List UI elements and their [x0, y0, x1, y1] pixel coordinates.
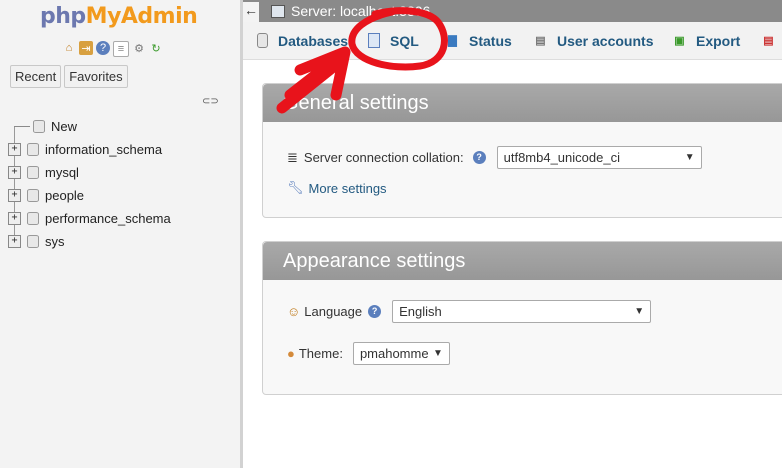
navigation-sidebar: phpMyAdmin ⌂ ⇥ ? ≡ ⚙ ↻ Recent Favorites …: [0, 0, 240, 468]
tree-item-sys[interactable]: + sys: [8, 230, 171, 253]
tree-item-label: mysql: [45, 165, 79, 180]
recent-tab[interactable]: Recent: [10, 65, 62, 88]
database-tree: New + information_schema + mysql + peopl…: [8, 115, 171, 253]
tab-label: Status: [469, 32, 512, 49]
help-icon[interactable]: ?: [96, 41, 110, 55]
collation-label: Server connection collation:: [303, 150, 464, 165]
tab-label: SQL: [390, 32, 419, 49]
panel-title: Appearance settings: [263, 242, 782, 280]
help-icon[interactable]: ?: [472, 151, 486, 164]
tab-label: Databases: [278, 32, 349, 49]
tab-more[interactable]: ▤: [748, 22, 782, 59]
expand-icon[interactable]: +: [8, 212, 21, 225]
chevron-down-icon: ▼: [634, 306, 645, 317]
main-tabs: Databases SQL ▇ Status ▤ User accounts ▣…: [243, 22, 782, 60]
database-icon: [27, 143, 39, 156]
expand-icon[interactable]: +: [8, 189, 21, 202]
collation-select[interactable]: utf8mb4_unicode_ci ▼: [496, 146, 702, 169]
favorites-tab[interactable]: Favorites: [64, 65, 128, 88]
tab-label: User accounts: [557, 32, 654, 49]
more-settings-row[interactable]: 🔧︎ More settings: [287, 180, 387, 196]
tab-databases[interactable]: Databases: [243, 22, 355, 59]
general-settings-panel: General settings ≣ Server connection col…: [262, 83, 782, 218]
more-settings-link[interactable]: More settings: [309, 181, 387, 196]
tree-item-people[interactable]: + people: [8, 184, 171, 207]
collapse-arrow-icon[interactable]: ←: [243, 2, 259, 22]
collation-row: ≣ Server connection collation: ? utf8mb4…: [287, 146, 702, 169]
panel-title: General settings: [263, 84, 782, 122]
tree-item-mysql[interactable]: + mysql: [8, 161, 171, 184]
language-label: Language: [304, 304, 363, 319]
expand-icon[interactable]: +: [8, 235, 21, 248]
export-icon: ▣: [674, 35, 685, 47]
theme-select[interactable]: pmahomme ▼: [352, 342, 450, 365]
status-icon: ▇: [448, 35, 457, 47]
server-icon: [271, 5, 285, 18]
chevron-down-icon: ▼: [684, 152, 695, 163]
theme-value: pmahomme: [359, 346, 429, 361]
settings-icon[interactable]: ⚙: [132, 41, 146, 55]
help-icon[interactable]: ?: [368, 305, 382, 318]
tree-item-label: information_schema: [45, 142, 163, 157]
tab-user-accounts[interactable]: ▤ User accounts: [520, 22, 660, 59]
sql-icon: [368, 33, 380, 48]
tree-item-label: people: [45, 188, 85, 203]
database-icon: [257, 33, 268, 48]
database-icon: [27, 189, 39, 202]
quick-icons: ⌂ ⇥ ? ≡ ⚙ ↻: [62, 41, 163, 57]
phpmyadmin-logo[interactable]: phpMyAdmin: [40, 4, 198, 29]
link-icon[interactable]: ⊂⊃: [202, 96, 219, 107]
wrench-icon: 🔧︎: [287, 180, 304, 195]
collation-value: utf8mb4_unicode_ci: [503, 150, 620, 165]
expand-icon[interactable]: +: [8, 143, 21, 156]
tree-item-new[interactable]: New: [8, 115, 171, 138]
tree-connector: [14, 126, 30, 127]
expand-icon[interactable]: +: [8, 166, 21, 179]
sidebar-resizer[interactable]: [240, 0, 243, 468]
tree-item-label: performance_schema: [45, 211, 171, 226]
tree-item-information-schema[interactable]: + information_schema: [8, 138, 171, 161]
database-icon: [27, 235, 39, 248]
users-icon: ▤: [535, 35, 546, 47]
theme-palette-icon: ●: [287, 346, 295, 361]
home-icon[interactable]: ⌂: [62, 41, 76, 55]
appearance-settings-panel: Appearance settings ☺ Language ? English…: [262, 241, 782, 395]
theme-label: Theme:: [298, 346, 343, 361]
reload-icon[interactable]: ↻: [149, 41, 163, 55]
language-icon: ☺: [287, 304, 301, 319]
database-icon: [27, 166, 39, 179]
language-row: ☺ Language ? English ▼: [287, 300, 652, 323]
tree-item-label: New: [51, 119, 78, 134]
tab-sql[interactable]: SQL: [354, 22, 433, 59]
tab-label: Export: [696, 32, 741, 49]
tab-export[interactable]: ▣ Export: [659, 22, 749, 59]
server-breadcrumb[interactable]: Server: localhost:3306: [291, 3, 430, 19]
language-value: English: [399, 304, 442, 319]
tab-status[interactable]: ▇ Status: [432, 22, 521, 59]
tree-item-label: sys: [45, 234, 65, 249]
language-select[interactable]: English ▼: [392, 300, 652, 323]
collation-icon: ≣: [287, 149, 298, 165]
chevron-down-icon: ▼: [433, 348, 443, 359]
theme-row: ● Theme: pmahomme ▼: [287, 342, 450, 365]
logout-icon[interactable]: ⇥: [79, 41, 93, 55]
database-icon: [27, 212, 39, 225]
new-db-icon: [33, 120, 45, 133]
docs-icon[interactable]: ≡: [113, 41, 129, 57]
import-icon: ▤: [763, 35, 774, 47]
tree-item-performance-schema[interactable]: + performance_schema: [8, 207, 171, 230]
